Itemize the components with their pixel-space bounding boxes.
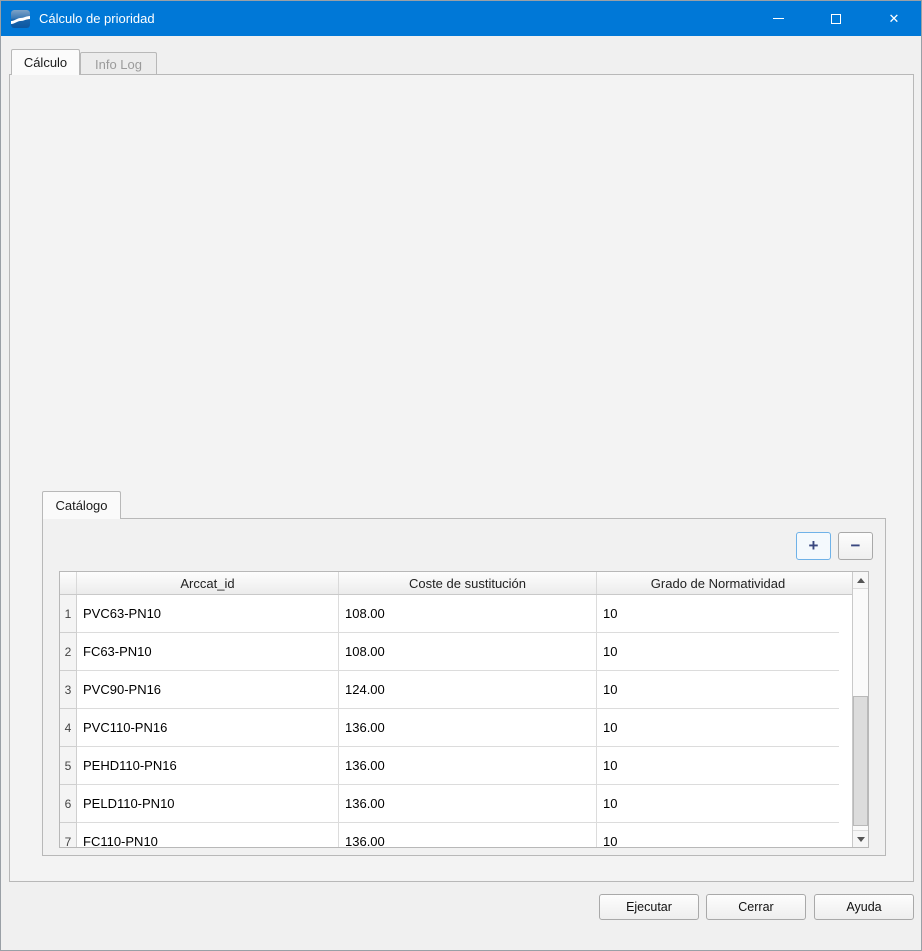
minimize-button[interactable]: [749, 1, 807, 36]
app-logo-icon: [11, 10, 30, 28]
title-bar[interactable]: Cálculo de prioridad ✕: [1, 1, 922, 36]
ejecutar-button[interactable]: Ejecutar: [599, 894, 699, 920]
corner-header-cell[interactable]: [60, 572, 77, 594]
cell-coste[interactable]: 136.00: [339, 823, 597, 847]
cell-grado[interactable]: 10: [597, 595, 839, 633]
table-row[interactable]: 5 PEHD110-PN16 136.00 10: [60, 747, 868, 785]
row-number[interactable]: 1: [60, 595, 77, 633]
cell-grado[interactable]: 10: [597, 823, 839, 847]
arrow-up-icon: [857, 578, 865, 583]
cell-arccat-id[interactable]: FC110-PN10: [77, 823, 339, 847]
catalogo-tab-pane: + − Arccat_id Coste de sustitución Grado…: [42, 518, 886, 856]
scroll-down-button[interactable]: [853, 830, 868, 847]
cell-arccat-id[interactable]: FC63-PN10: [77, 633, 339, 671]
cell-grado[interactable]: 10: [597, 747, 839, 785]
tab-calculo[interactable]: Cálculo: [11, 49, 80, 75]
cell-arccat-id[interactable]: PEHD110-PN16: [77, 747, 339, 785]
close-button[interactable]: ✕: [865, 1, 922, 36]
cell-coste[interactable]: 124.00: [339, 671, 597, 709]
row-number[interactable]: 7: [60, 823, 77, 847]
scrollbar-thumb[interactable]: [853, 696, 868, 826]
catalog-table: Arccat_id Coste de sustitución Grado de …: [59, 571, 869, 848]
tab-catalogo[interactable]: Catálogo: [42, 491, 121, 519]
cell-arccat-id[interactable]: PVC63-PN10: [77, 595, 339, 633]
dialog-window: Cálculo de prioridad ✕ Cálculo Info Log …: [0, 0, 922, 951]
cell-coste[interactable]: 108.00: [339, 633, 597, 671]
col-header-coste[interactable]: Coste de sustitución: [339, 572, 597, 594]
row-number[interactable]: 3: [60, 671, 77, 709]
arrow-down-icon: [857, 837, 865, 842]
ayuda-button[interactable]: Ayuda: [814, 894, 914, 920]
table-row[interactable]: 4 PVC110-PN16 136.00 10: [60, 709, 868, 747]
row-number[interactable]: 6: [60, 785, 77, 823]
col-header-arccat-id[interactable]: Arccat_id: [77, 572, 339, 594]
cell-coste[interactable]: 136.00: [339, 747, 597, 785]
table-row[interactable]: 2 FC63-PN10 108.00 10: [60, 633, 868, 671]
cell-coste[interactable]: 136.00: [339, 709, 597, 747]
minimize-icon: [773, 18, 784, 19]
maximize-button[interactable]: [807, 1, 865, 36]
col-header-grado[interactable]: Grado de Normatividad: [597, 572, 839, 594]
cell-arccat-id[interactable]: PVC90-PN16: [77, 671, 339, 709]
table-row[interactable]: 7 FC110-PN10 136.00 10: [60, 823, 868, 847]
vertical-scrollbar[interactable]: [852, 572, 868, 847]
table-header: Arccat_id Coste de sustitución Grado de …: [60, 572, 868, 595]
row-number[interactable]: 2: [60, 633, 77, 671]
cell-coste[interactable]: 108.00: [339, 595, 597, 633]
cell-grado[interactable]: 10: [597, 709, 839, 747]
cell-arccat-id[interactable]: PELD110-PN10: [77, 785, 339, 823]
cell-grado[interactable]: 10: [597, 785, 839, 823]
cell-grado[interactable]: 10: [597, 671, 839, 709]
scroll-up-button[interactable]: [853, 572, 868, 589]
cell-grado[interactable]: 10: [597, 633, 839, 671]
table-row[interactable]: 3 PVC90-PN16 124.00 10: [60, 671, 868, 709]
maximize-icon: [831, 14, 841, 24]
row-number[interactable]: 5: [60, 747, 77, 785]
remove-row-button[interactable]: −: [838, 532, 873, 560]
cell-coste[interactable]: 136.00: [339, 785, 597, 823]
table-row[interactable]: 1 PVC63-PN10 108.00 10: [60, 595, 868, 633]
tab-info-log[interactable]: Info Log: [80, 52, 157, 75]
window-title: Cálculo de prioridad: [39, 11, 155, 26]
cell-arccat-id[interactable]: PVC110-PN16: [77, 709, 339, 747]
row-number[interactable]: 4: [60, 709, 77, 747]
table-body: 1 PVC63-PN10 108.00 10 2 FC63-PN10 108.0…: [60, 595, 868, 847]
close-icon: ✕: [889, 11, 900, 27]
add-row-button[interactable]: +: [796, 532, 831, 560]
table-row[interactable]: 6 PELD110-PN10 136.00 10: [60, 785, 868, 823]
cerrar-button[interactable]: Cerrar: [706, 894, 806, 920]
